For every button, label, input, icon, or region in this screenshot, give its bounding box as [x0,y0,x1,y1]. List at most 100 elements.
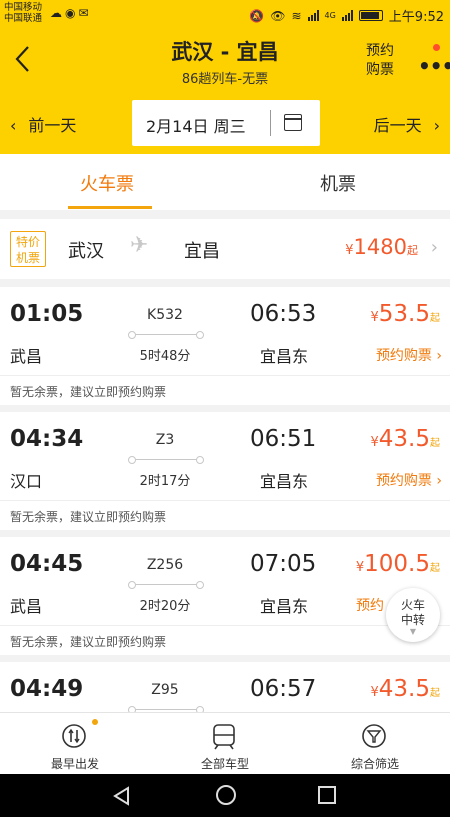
reserve-ticket-button[interactable]: 预约 购票 [360,42,400,80]
currency-symbol: ¥ [370,435,379,450]
travel-duration: 2时17分 [139,474,191,489]
route-line [128,331,204,339]
arrival-station: 宜昌东 [260,597,309,616]
ticket-tabs: 火车票 机票 [0,154,450,210]
route-line [128,581,204,589]
price-suffix: 起 [430,688,440,699]
notification-icon: ◉ [65,6,79,20]
toolbar-label: 最早出发 [50,757,99,771]
travel-duration: 5时48分 [139,349,191,364]
ticket-price: ¥53.5起 [371,301,441,327]
route-line [128,456,204,464]
price-suffix: 起 [430,438,440,449]
status-time: 上午9:52 [388,10,444,25]
next-day-label: 后一天 [373,116,422,135]
sort-earliest-departure-button[interactable]: 最早出发 [0,713,150,775]
price-suffix: 起 [430,313,440,324]
calendar-icon[interactable] [284,114,302,131]
currency-symbol: ¥ [370,685,379,700]
chevron-right-icon: › [436,348,442,364]
system-navigation-bar [0,774,450,817]
filter-icon [362,724,386,748]
status-right: 🔕 👁 ≋ 4G 上午9:52 [249,6,444,26]
airplane-icon: ✈ [130,233,149,258]
reserve-label: 预约 [356,598,384,614]
availability-note: 暂无余票，建议立即预约购票 [10,510,167,524]
notification-icons: ☁◉✉ [50,6,92,20]
next-day-button[interactable]: 后一天 › [374,112,440,136]
train-number: Z256 [146,557,184,573]
nav-back-icon[interactable] [112,786,132,806]
arrival-time: 06:51 [250,426,317,452]
ticket-price: ¥43.5起 [371,426,441,452]
previous-day-button[interactable]: ‹ 前一天 [10,112,76,136]
carrier-2: 中国联通 [4,13,43,24]
departure-time: 04:45 [10,551,84,577]
tab-flight-ticket[interactable]: 机票 [320,170,356,196]
departure-station: 汉口 [10,472,43,491]
carrier-info: 中国移动 中国联通 [4,2,42,24]
availability-note: 暂无余票，建议立即预约购票 [10,385,167,399]
flight-destination: 宜昌 [184,241,220,262]
badge-line1: 特价 [15,235,40,249]
caret-down-icon: ▼ [409,627,417,636]
status-bar: 中国移动 中国联通 ☁◉✉ 🔕 👁 ≋ 4G 上午9:52 [0,0,450,28]
chevron-right-icon: › [436,473,442,489]
more-options-icon[interactable]: ••• [418,54,450,78]
date-selector[interactable]: 2月14日 周三 [132,100,320,146]
earliest-departure-icon [62,724,86,748]
toolbar-label: 全部车型 [200,757,249,771]
divider [0,375,450,376]
arrival-station: 宜昌东 [260,472,309,491]
filter-button[interactable]: 综合筛选 [300,713,450,775]
train-type-icon [213,724,235,750]
train-transfer-button[interactable]: 火车 中转 ▼ [386,588,440,642]
signal-icon [307,10,319,21]
train-number: Z3 [155,432,175,448]
train-number: K532 [147,307,183,323]
train-card[interactable]: 01:05 K532 06:53 武昌 5时48分 宜昌东 ¥53.5起 预约购… [0,287,450,405]
notification-dot [433,44,440,51]
arrival-time: 06:53 [250,301,317,327]
tab-train-ticket[interactable]: 火车票 [80,170,134,196]
divider [0,625,450,626]
nav-recent-apps-icon[interactable] [318,786,336,804]
notification-icon: ✉ [78,6,92,20]
travel-duration: 2时20分 [139,599,191,614]
reserve-button[interactable]: 预约购票 › [376,470,442,490]
currency-symbol: ¥ [355,560,365,575]
flight-price: ¥1480起 [345,235,418,259]
train-number: Z95 [151,682,179,698]
train-card[interactable]: 04:45 Z256 07:05 武昌 2时20分 宜昌东 ¥100.5起 预约… [0,537,450,655]
train-card[interactable]: 04:34 Z3 06:51 汉口 2时17分 宜昌东 ¥43.5起 预约购票 … [0,412,450,530]
date-bar: ‹ 前一天 2月14日 周三 后一天 › [0,92,450,154]
all-train-types-button[interactable]: 全部车型 [150,713,300,775]
nav-home-icon[interactable] [216,785,236,805]
chevron-right-icon: › [430,237,438,258]
price-amount: 100.5 [364,551,430,577]
price-amount: 43.5 [378,426,430,452]
active-tab-indicator [68,206,152,209]
badge-line2: 机票 [15,251,40,265]
chevron-left-icon: ‹ [10,116,17,135]
chevron-right-icon: › [433,116,440,135]
departure-time: 04:49 [10,676,84,702]
divider [0,500,450,501]
toolbar-label: 综合筛选 [350,757,399,771]
special-flight-offer[interactable]: 特价 机票 武汉 ✈ 宜昌 ¥1480起 › [0,219,450,279]
availability-note: 暂无余票，建议立即预约购票 [10,635,167,649]
notification-icon: ☁ [50,6,65,20]
currency-symbol: ¥ [370,310,379,325]
battery-icon [358,10,383,21]
reserve-button[interactable]: 预约 [356,595,384,615]
reserve-button[interactable]: 预约购票 › [376,345,442,365]
train-card[interactable]: 04:49 Z95 06:57 ¥43.5起 [0,662,450,712]
special-flight-badge: 特价 机票 [10,231,46,267]
date-divider [270,110,271,136]
currency-symbol: ¥ [345,243,354,258]
departure-station: 武昌 [10,347,43,366]
reserve-label-line2: 购票 [366,62,394,78]
departure-time: 01:05 [10,301,84,327]
ticket-price: ¥100.5起 [356,551,440,577]
signal-icon-2 [341,10,353,21]
